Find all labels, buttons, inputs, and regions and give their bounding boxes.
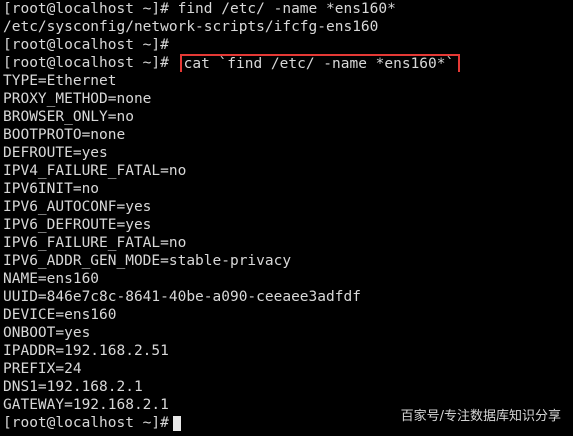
terminal-line-find-command: [root@localhost ~]# find /etc/ -name *en… xyxy=(3,1,396,17)
cursor-block xyxy=(172,415,181,431)
output-line: TYPE=Ethernet xyxy=(3,73,117,89)
output-line: IPADDR=192.168.2.51 xyxy=(3,343,169,359)
output-line: IPV6_AUTOCONF=yes xyxy=(3,199,152,215)
terminal-window[interactable]: [root@localhost ~]# find /etc/ -name *en… xyxy=(0,0,573,436)
highlighted-command: cat `find /etc/ -name *ens160*` xyxy=(179,54,461,72)
output-line: IPV6INIT=no xyxy=(3,181,100,197)
output-line: DEVICE=ens160 xyxy=(3,307,117,323)
output-line: PROXY_METHOD=none xyxy=(3,91,152,107)
terminal-line-cat-command: [root@localhost ~]# cat `find /etc/ -nam… xyxy=(3,54,573,72)
output-line: IPV4_FAILURE_FATAL=no xyxy=(3,163,187,179)
output-line: IPV6_DEFROUTE=yes xyxy=(3,217,152,233)
output-line: PREFIX=24 xyxy=(3,361,82,377)
output-line: DEFROUTE=yes xyxy=(3,145,108,161)
output-line: BOOTPROTO=none xyxy=(3,127,126,143)
output-line: IPV6_ADDR_GEN_MODE=stable-privacy xyxy=(3,253,292,269)
terminal-line-empty-prompt: [root@localhost ~]# xyxy=(3,37,169,53)
prompt: [root@localhost ~]# xyxy=(3,55,178,71)
output-line: DNS1=192.168.2.1 xyxy=(3,379,143,395)
output-line: NAME=ens160 xyxy=(3,271,100,287)
terminal-line-find-result: /etc/sysconfig/network-scripts/ifcfg-ens… xyxy=(3,19,379,35)
output-line: UUID=846e7c8c-8641-40be-a090-ceeaee3adfd… xyxy=(3,289,361,305)
output-line: BROWSER_ONLY=no xyxy=(3,109,134,125)
output-line: ONBOOT=yes xyxy=(3,325,91,341)
watermark: 百家号/专注数据库知识分享 xyxy=(400,409,561,424)
prompt: [root@localhost ~]# xyxy=(3,415,169,431)
output-line: IPV6_FAILURE_FATAL=no xyxy=(3,235,187,251)
